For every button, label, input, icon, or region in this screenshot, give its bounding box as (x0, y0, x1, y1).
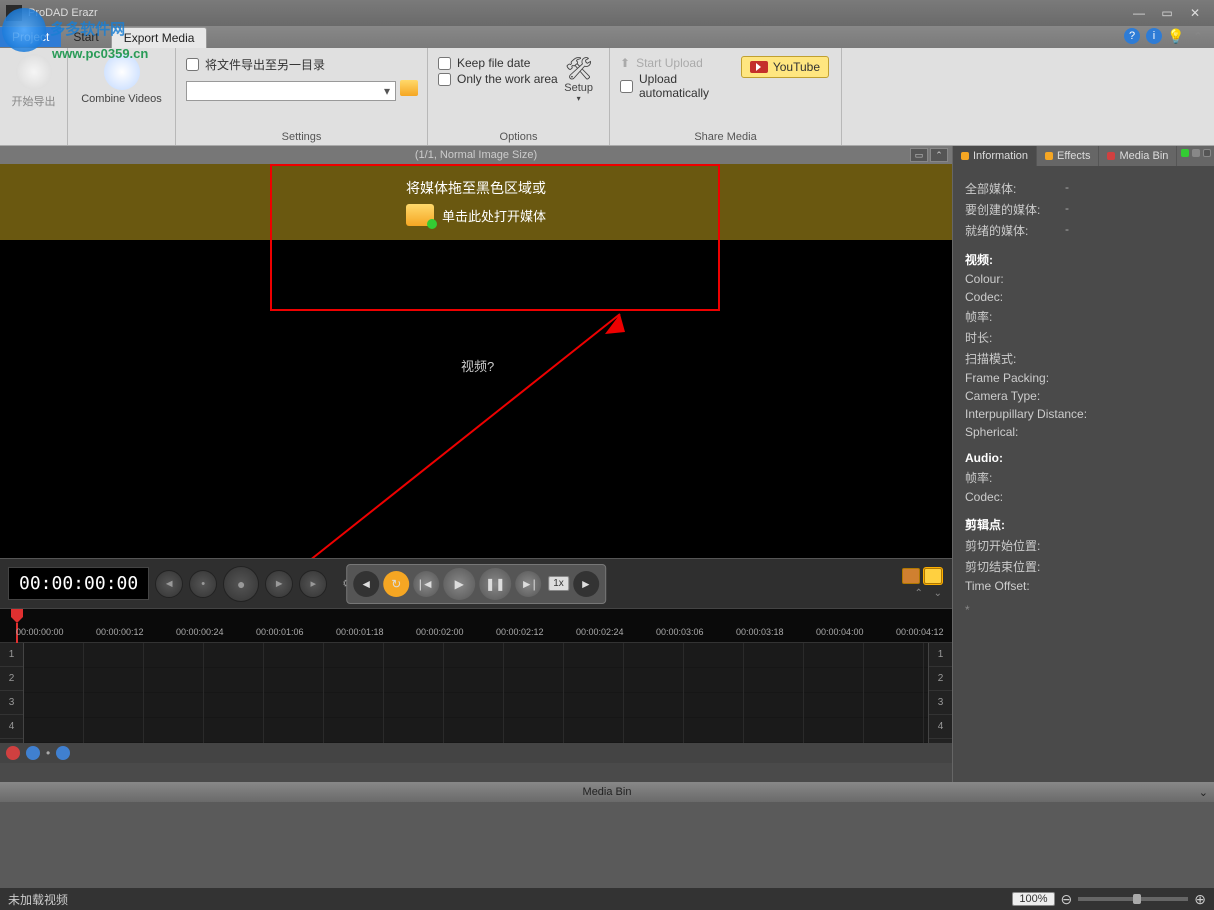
zoom-out-icon[interactable] (56, 746, 70, 760)
pane-layout-button[interactable]: ▭ (910, 148, 928, 162)
start-export-button[interactable]: 开始导出 (10, 54, 57, 109)
tick-2: 00:00:00:24 (176, 627, 224, 637)
loop-button[interactable]: ↻ (383, 571, 409, 597)
tick-3: 00:00:01:06 (256, 627, 304, 637)
info-dot-icon (961, 152, 969, 160)
track-numbers-left: 1234 (0, 643, 24, 743)
status-green-icon (1181, 149, 1189, 157)
step-fwd-button[interactable]: ►| (515, 571, 541, 597)
tick-4: 00:00:01:18 (336, 627, 384, 637)
playhead-marker[interactable] (11, 609, 21, 643)
tick-8: 00:00:03:06 (656, 627, 704, 637)
go-start-button[interactable]: ◄ (353, 571, 379, 597)
preview-area[interactable]: 将媒体拖至黑色区域或 单击此处打开媒体 视频? (0, 164, 952, 558)
collapse-ribbon-icon[interactable]: ⌃ (1190, 28, 1206, 44)
maximize-button[interactable]: ▭ (1154, 4, 1180, 22)
zoom-out-button[interactable]: ⊖ (1061, 891, 1073, 908)
tick-11: 00:00:04:12 (896, 627, 944, 637)
close-button[interactable]: ✕ (1182, 4, 1208, 22)
pause-button[interactable]: ❚❚ (479, 568, 511, 600)
menu-export-media[interactable]: Export Media (111, 27, 208, 48)
prev-frame-button[interactable]: ◄ (155, 570, 183, 598)
tab-effects[interactable]: Effects (1037, 146, 1099, 166)
zoom-sep: • (46, 746, 50, 760)
drop-hint-1: 将媒体拖至黑色区域或 (406, 178, 546, 198)
section-video: 视频: (965, 251, 1202, 268)
zoom-in-icon[interactable] (26, 746, 40, 760)
step-back-button[interactable]: |◄ (413, 571, 439, 597)
view-mode-a-button[interactable] (902, 568, 920, 584)
group-options-label: Options (438, 129, 599, 143)
combine-videos-button[interactable]: Combine Videos (78, 54, 165, 105)
play-button[interactable]: ▶ (443, 568, 475, 600)
collapse-icon[interactable]: ⌃ (914, 588, 922, 599)
tip-icon[interactable]: 💡 (1168, 28, 1184, 44)
export-another-dir-checkbox[interactable]: 将文件导出至另一目录 (186, 56, 325, 73)
minimize-button[interactable]: — (1126, 4, 1152, 22)
expand-icon[interactable]: ⌄ (934, 588, 942, 599)
note-star: * (965, 603, 1202, 617)
timecode-display: 00:00:00:00 (8, 567, 149, 600)
speed-indicator[interactable]: 1x (548, 576, 569, 591)
effects-dot-icon (1045, 152, 1053, 160)
mediabin-toggle-icon[interactable]: ⌄ (1199, 786, 1208, 799)
start-upload-button: ⬆Start Upload (620, 56, 739, 70)
tick-7: 00:00:02:24 (576, 627, 624, 637)
tick-0: 00:00:00:00 (16, 627, 64, 637)
timeline-ruler[interactable]: 00:00:00:00 00:00:00:12 00:00:00:24 00:0… (0, 609, 952, 643)
browse-folder-icon[interactable] (400, 80, 418, 96)
keep-file-date-checkbox[interactable]: Keep file date (438, 56, 558, 70)
section-cut: 剪辑点: (965, 516, 1202, 533)
only-work-area-checkbox[interactable]: Only the work area (438, 72, 558, 86)
snap-icon[interactable] (6, 746, 20, 760)
section-audio: Audio: (965, 451, 1202, 465)
go-end-button[interactable]: ► (573, 571, 599, 597)
video-placeholder-label: 视频? (461, 356, 494, 375)
track-area[interactable] (24, 643, 928, 743)
track-numbers-right: 1234 (928, 643, 952, 743)
setup-button[interactable]: 🛠Setup▾ (558, 54, 599, 105)
window-title: ProDAD Erazr (28, 7, 1124, 19)
view-mode-b-button[interactable] (924, 568, 942, 584)
marker-button[interactable]: ▸ (299, 570, 327, 598)
tick-10: 00:00:04:00 (816, 627, 864, 637)
tab-information[interactable]: Information (953, 146, 1037, 166)
tick-1: 00:00:00:12 (96, 627, 144, 637)
tick-9: 00:00:03:18 (736, 627, 784, 637)
tick-6: 00:00:02:12 (496, 627, 544, 637)
pane-collapse-button[interactable]: ⌃ (930, 148, 948, 162)
status-text: 未加载视频 (8, 891, 68, 908)
preview-size-label: (1/1, Normal Image Size) (415, 149, 537, 161)
help-icon[interactable]: ? (1124, 28, 1140, 44)
youtube-icon (750, 61, 768, 73)
zoom-slider[interactable] (1078, 897, 1188, 901)
app-icon (6, 5, 22, 21)
mediabin-title: Media Bin (583, 786, 632, 798)
zoom-value[interactable]: 100% (1012, 892, 1054, 906)
tab-media-bin[interactable]: Media Bin (1099, 146, 1177, 166)
pane-dock-icon[interactable] (1192, 149, 1200, 157)
mediabin-area[interactable] (0, 802, 1214, 890)
stop-alt-button[interactable]: • (189, 570, 217, 598)
upload-auto-checkbox[interactable]: Upload automatically (620, 72, 739, 100)
youtube-button[interactable]: YouTube (741, 56, 829, 78)
open-media-link[interactable]: 单击此处打开媒体 (406, 204, 546, 226)
pane-max-icon[interactable] (1203, 149, 1211, 157)
export-dir-dropdown[interactable]: ▾ (186, 81, 396, 101)
folder-add-icon (406, 204, 434, 226)
mediabin-dot-icon (1107, 152, 1115, 160)
info-icon[interactable]: i (1146, 28, 1162, 44)
record-button[interactable]: ● (223, 566, 259, 602)
group-settings-label: Settings (186, 129, 417, 143)
next-frame-button[interactable]: ► (265, 570, 293, 598)
zoom-in-button[interactable]: ⊕ (1194, 891, 1206, 908)
annotation-arrow (260, 264, 660, 604)
tick-5: 00:00:02:00 (416, 627, 464, 637)
menu-project[interactable]: Project (0, 27, 61, 47)
menu-start[interactable]: Start (61, 27, 110, 47)
group-share-label: Share Media (620, 129, 831, 143)
